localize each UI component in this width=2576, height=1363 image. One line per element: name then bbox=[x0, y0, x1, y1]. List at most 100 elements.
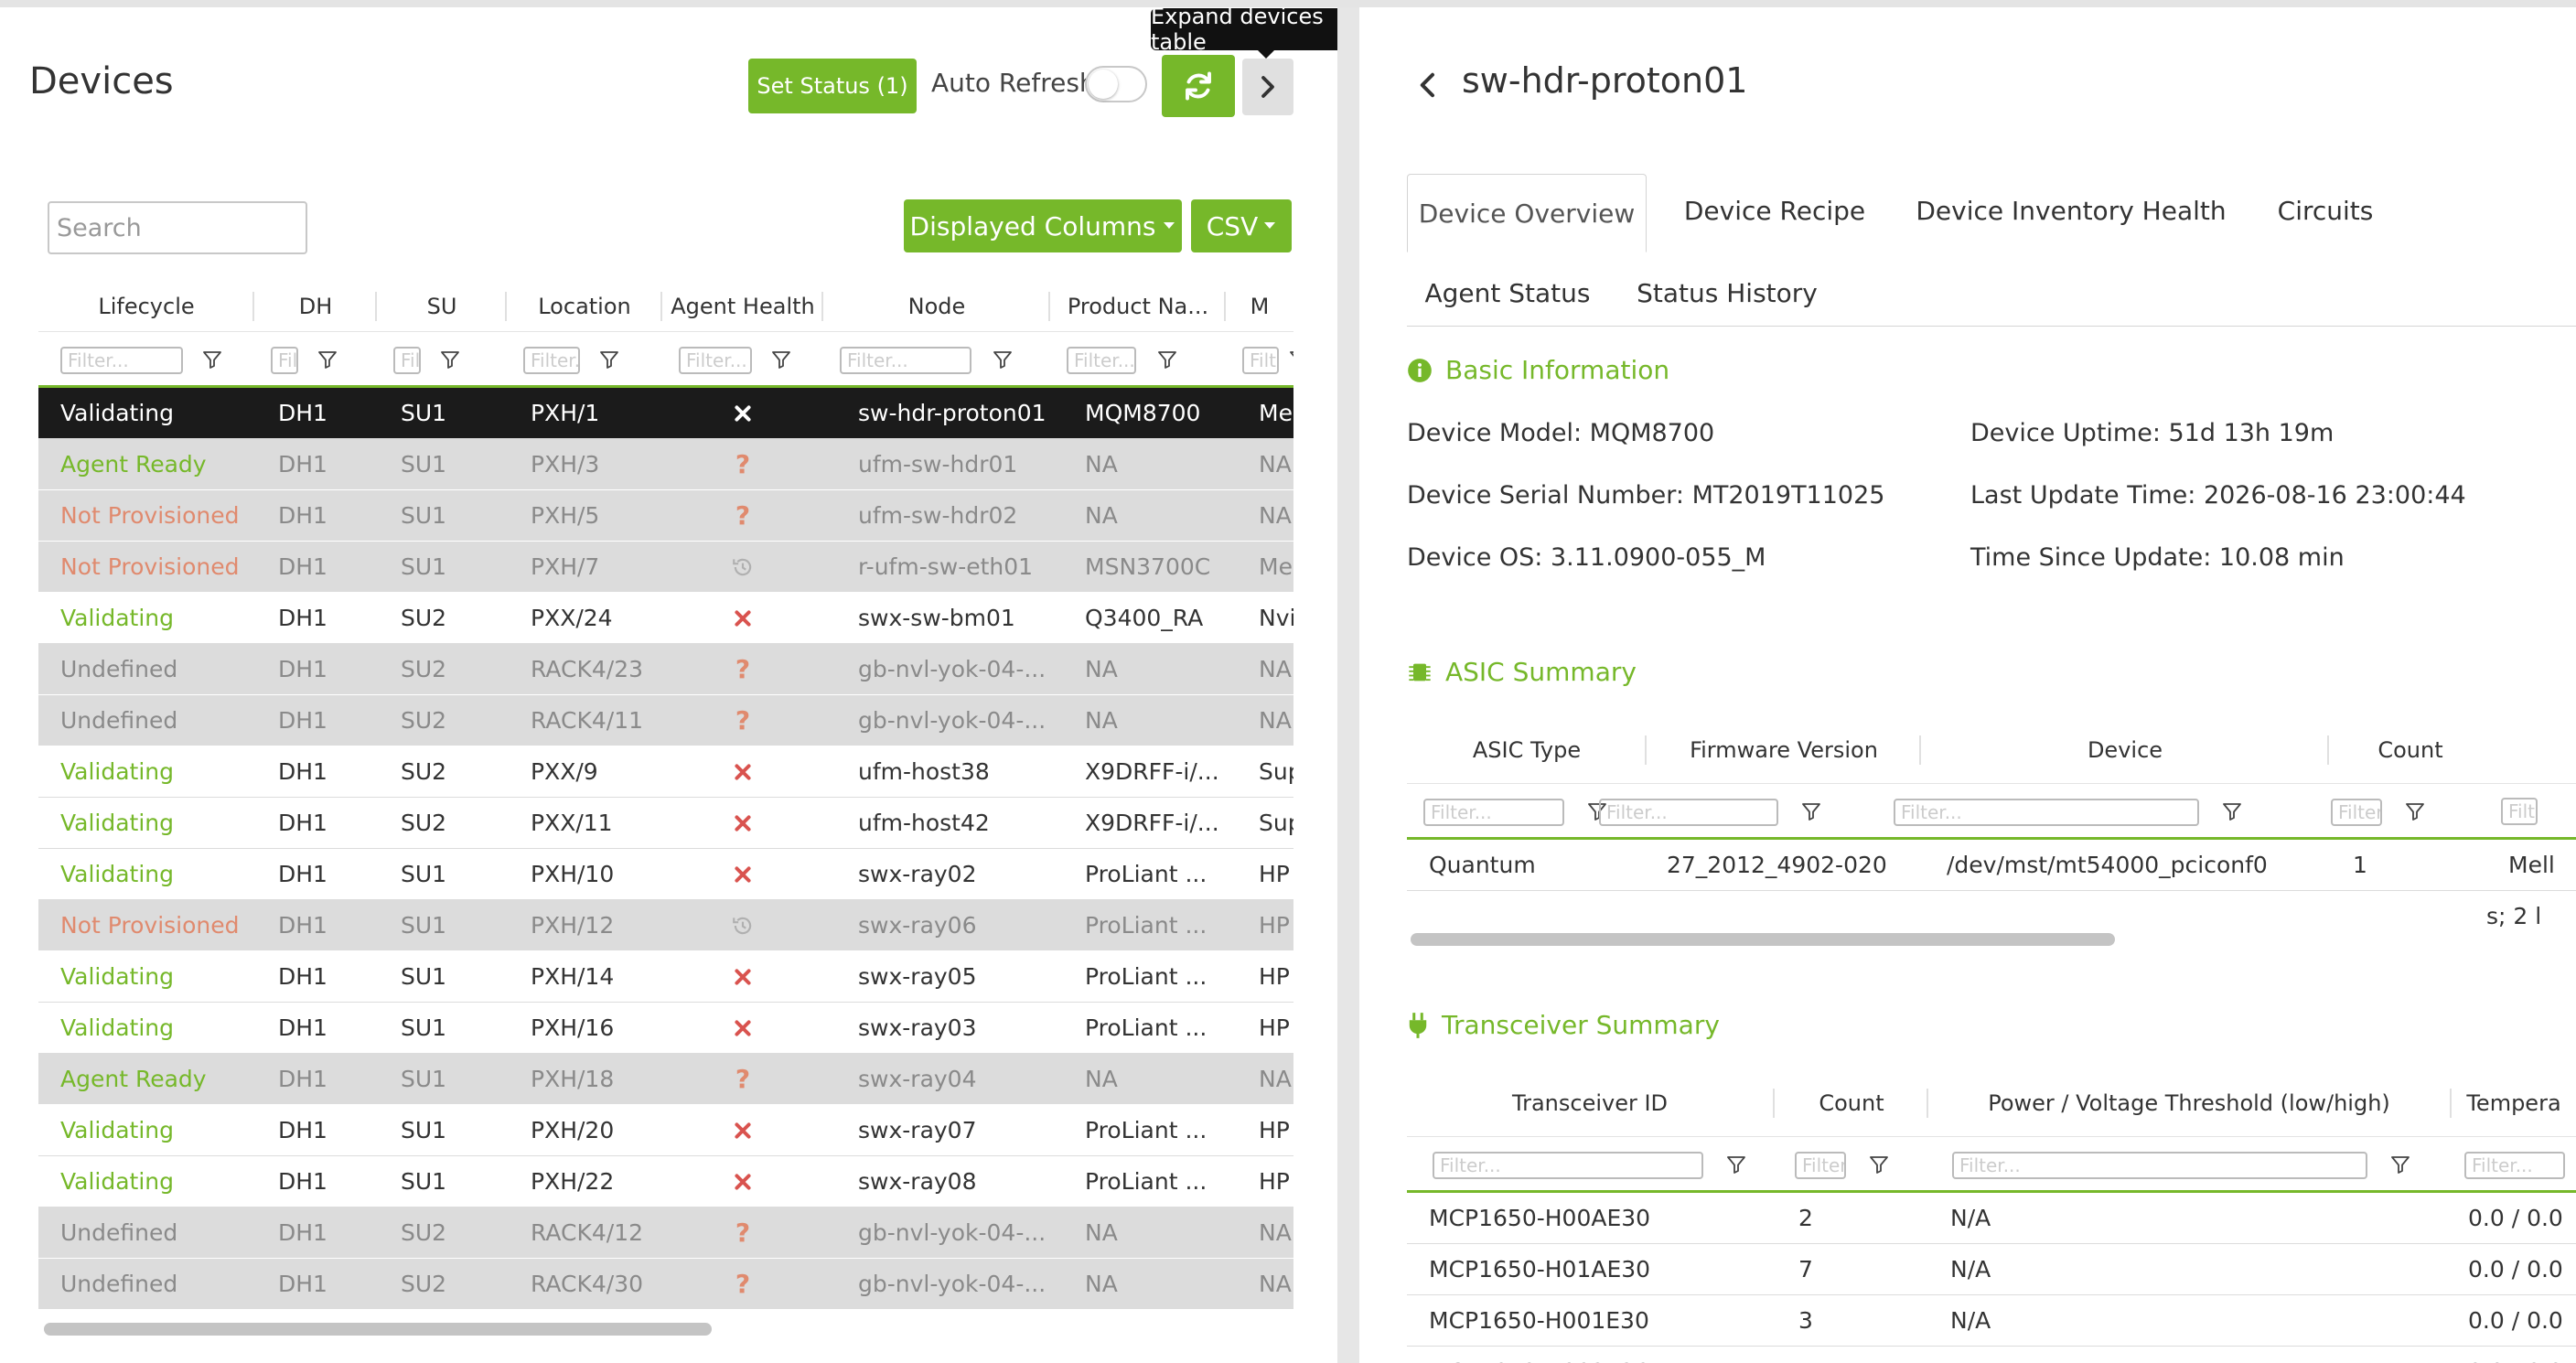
tab-device-overview-active[interactable]: Device Overview bbox=[1407, 174, 1647, 252]
asic-filter-input[interactable]: Filter... bbox=[1599, 799, 1778, 826]
filter-icon[interactable] bbox=[1288, 349, 1293, 372]
asic-column-header[interactable]: Firmware Version bbox=[1647, 717, 1921, 783]
column-separator[interactable] bbox=[660, 292, 662, 321]
node-cell[interactable]: swx-ray04 bbox=[858, 1054, 1050, 1105]
devices-filter-input[interactable]: Filter... bbox=[1067, 347, 1136, 374]
devices-column-header[interactable]: Location bbox=[507, 282, 662, 331]
table-row[interactable]: MCP1650-H00AE30 2 N/A 0.0 / 0.0 bbox=[1407, 1193, 2576, 1244]
column-separator[interactable] bbox=[1927, 1089, 1928, 1118]
asic-column-header[interactable]: Count bbox=[2329, 717, 2492, 783]
asic-filter-input[interactable]: Filter... bbox=[2331, 799, 2382, 826]
table-row[interactable]: MCP1650-H001E30 3 N/A 0.0 / 0.0 bbox=[1407, 1295, 2576, 1347]
tab[interactable]: Circuits bbox=[2250, 174, 2400, 247]
table-row[interactable]: Validating DH1 SU2 PXX/9 ufm-host38 X9DRFF-i/… bbox=[38, 746, 1293, 798]
devices-column-header[interactable]: SU bbox=[377, 282, 507, 331]
node-cell[interactable]: ufm-host38 bbox=[858, 746, 1050, 798]
filter-icon[interactable] bbox=[201, 349, 225, 372]
table-row[interactable]: Validating DH1 SU1 PXH/20 swx-ray07 ProLiant … bbox=[38, 1105, 1293, 1156]
devices-column-header[interactable]: Lifecycle bbox=[38, 282, 254, 331]
table-row[interactable]: Agent Ready DH1 SU1 PXH/18? swx-ray04 NA NA bbox=[38, 1054, 1293, 1105]
table-row-selected[interactable]: Validating DH1 SU1 PXH/1 sw-hdr-proton01 MQM8… bbox=[38, 388, 1293, 439]
transceiver-filter-input[interactable]: Filter... bbox=[1952, 1152, 2367, 1179]
devices-column-header[interactable]: Node bbox=[823, 282, 1050, 331]
table-row[interactable]: Agent Ready DH1 SU1 PXH/3? ufm-sw-hdr01 NA NA bbox=[38, 439, 1293, 490]
table-row[interactable]: Undefined DH1 SU2 RACK4/11? gb-nvl-yok-04-..… bbox=[38, 695, 1293, 746]
table-row[interactable]: Undefined DH1 SU2 RACK4/30? gb-nvl-yok-04-..… bbox=[38, 1259, 1293, 1310]
transceiver-column-header[interactable]: Tempera bbox=[2452, 1070, 2576, 1136]
transceiver-column-header[interactable]: Count bbox=[1775, 1070, 1928, 1136]
column-separator[interactable] bbox=[2450, 1089, 2452, 1118]
tab[interactable]: Agent Status bbox=[1407, 256, 1608, 329]
column-separator[interactable] bbox=[2327, 735, 2329, 765]
column-separator[interactable] bbox=[375, 292, 377, 321]
back-button[interactable] bbox=[1414, 62, 1447, 108]
node-cell[interactable]: ufm-host42 bbox=[858, 798, 1050, 849]
expand-table-button[interactable] bbox=[1242, 59, 1293, 115]
node-cell[interactable]: swx-ray06 bbox=[858, 900, 1050, 951]
table-row[interactable]: Validating DH1 SU1 PXH/14 swx-ray05 ProLiant … bbox=[38, 951, 1293, 1003]
table-row[interactable]: Not Provisioned DH1 SU1 PXH/12 swx-ray06 ProL… bbox=[38, 900, 1293, 951]
devices-filter-input[interactable]: Filter... bbox=[1242, 347, 1279, 374]
transceiver-filter-input[interactable]: Filter... bbox=[1433, 1152, 1703, 1179]
devices-column-header[interactable]: Agent Health bbox=[662, 282, 823, 331]
tab[interactable]: Status History bbox=[1621, 256, 1833, 329]
devices-filter-input[interactable]: Filter... bbox=[840, 347, 971, 374]
devices-filter-input[interactable]: Filter... bbox=[523, 347, 580, 374]
table-row[interactable]: Quantum 27_2012_4902-020/dev/mst/mt54000_… bbox=[1407, 840, 2576, 891]
node-cell[interactable]: gb-nvl-yok-04-... bbox=[858, 644, 1050, 695]
asic-filter-input[interactable]: Filter... bbox=[1894, 799, 2199, 826]
table-row[interactable]: Validating DH1 SU2 PXX/24 swx-sw-bm01 Q3400_R… bbox=[38, 593, 1293, 644]
asic-filter-input[interactable]: Filter... bbox=[1423, 799, 1564, 826]
column-separator[interactable] bbox=[1773, 1089, 1775, 1118]
node-cell[interactable]: gb-nvl-yok-04-... bbox=[858, 695, 1050, 746]
filter-icon[interactable] bbox=[770, 349, 794, 372]
csv-button[interactable]: CSV bbox=[1191, 199, 1292, 252]
horizontal-scrollbar[interactable] bbox=[44, 1323, 712, 1336]
set-status-button[interactable]: Set Status (1) bbox=[748, 59, 917, 113]
node-cell[interactable]: gb-nvl-yok-04-... bbox=[858, 1207, 1050, 1259]
devices-column-header[interactable]: DH bbox=[254, 282, 377, 331]
column-separator[interactable] bbox=[1224, 292, 1226, 321]
table-row[interactable]: Not Provisioned DH1 SU1 PXH/7 r-ufm-sw-eth01… bbox=[38, 542, 1293, 593]
filter-icon[interactable] bbox=[317, 349, 340, 372]
filter-icon[interactable] bbox=[2221, 800, 2245, 824]
transceiver-column-header[interactable]: Power / Voltage Threshold (low/high) bbox=[1928, 1070, 2450, 1136]
filter-icon[interactable] bbox=[2389, 1154, 2413, 1177]
node-cell[interactable]: swx-ray05 bbox=[858, 951, 1050, 1003]
column-separator[interactable] bbox=[1048, 292, 1050, 321]
node-cell[interactable]: ufm-sw-hdr02 bbox=[858, 490, 1050, 542]
node-cell[interactable]: swx-ray07 bbox=[858, 1105, 1050, 1156]
transceiver-filter-input[interactable]: Filter... bbox=[1795, 1152, 1846, 1179]
devices-filter-input[interactable]: Filter... bbox=[271, 347, 298, 374]
table-row[interactable]: Undefined DH1 SU2 RACK4/23? gb-nvl-yok-04-..… bbox=[38, 644, 1293, 695]
devices-column-header[interactable]: M bbox=[1226, 282, 1293, 331]
refresh-button[interactable] bbox=[1162, 55, 1235, 117]
table-row[interactable]: Validating DH1 SU1 PXH/10 swx-ray02 ProLiant … bbox=[38, 849, 1293, 900]
devices-filter-input[interactable]: Filter... bbox=[679, 347, 752, 374]
devices-filter-input[interactable]: Filter... bbox=[60, 347, 183, 374]
filter-icon[interactable] bbox=[992, 349, 1015, 372]
asic-column-header[interactable]: Device bbox=[1921, 717, 2329, 783]
table-row[interactable]: Not Provisioned DH1 SU1 PXH/5? ufm-sw-hdr02 N… bbox=[38, 490, 1293, 542]
table-row[interactable]: MCP1650-H01AE30 7 N/A 0.0 / 0.0 bbox=[1407, 1244, 2576, 1295]
transceiver-filter-input[interactable]: Filter... bbox=[2464, 1152, 2565, 1179]
node-cell[interactable]: swx-ray03 bbox=[858, 1003, 1050, 1054]
tab[interactable]: Device Recipe bbox=[1658, 174, 1892, 247]
filter-icon[interactable] bbox=[439, 349, 463, 372]
column-separator[interactable] bbox=[821, 292, 823, 321]
panel-divider[interactable] bbox=[1337, 7, 1359, 1363]
node-cell[interactable]: ufm-sw-hdr01 bbox=[858, 439, 1050, 490]
node-cell[interactable]: swx-ray08 bbox=[858, 1156, 1050, 1207]
table-row[interactable]: Undefined DH1 SU2 RACK4/12? gb-nvl-yok-04-..… bbox=[38, 1207, 1293, 1259]
auto-refresh-toggle[interactable] bbox=[1085, 66, 1147, 102]
filter-icon[interactable] bbox=[1868, 1154, 1892, 1177]
transceiver-column-header[interactable]: Transceiver ID bbox=[1407, 1070, 1773, 1136]
table-row[interactable]: Validating DH1 SU1 PXH/22 swx-ray08 ProLiant … bbox=[38, 1156, 1293, 1207]
devices-column-header[interactable]: Product Na... bbox=[1050, 282, 1226, 331]
filter-icon[interactable] bbox=[1156, 349, 1180, 372]
tab[interactable]: Device Inventory Health bbox=[1905, 174, 2238, 247]
node-cell[interactable]: swx-ray02 bbox=[858, 849, 1050, 900]
table-row[interactable]: Validating DH1 SU1 PXH/16 swx-ray03 ProLiant … bbox=[38, 1003, 1293, 1054]
devices-filter-input[interactable]: Filter... bbox=[393, 347, 421, 374]
search-input[interactable]: Search bbox=[48, 201, 307, 254]
